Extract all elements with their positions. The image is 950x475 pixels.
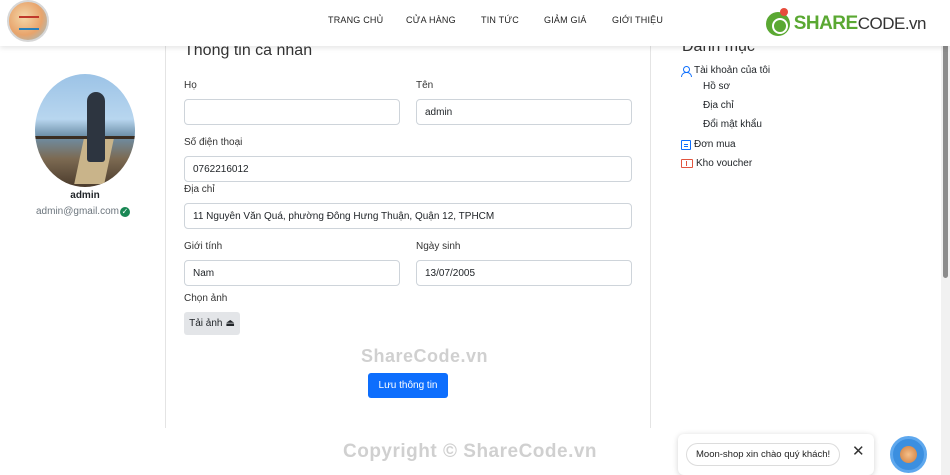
address-label: Địa chỉ xyxy=(184,184,215,195)
nav-discount[interactable]: GIẢM GIÁ xyxy=(544,15,587,25)
sharecode-logo-part1: SHARE xyxy=(793,13,859,34)
image-label: Chọn ảnh xyxy=(184,293,228,304)
chat-popup: Moon-shop xin chào quý khách! ✕ xyxy=(678,434,874,475)
chat-greeting[interactable]: Moon-shop xin chào quý khách! xyxy=(686,443,841,466)
left-column-divider xyxy=(165,46,166,428)
profile-email-row: admin@gmail.com ✓ xyxy=(36,206,130,217)
category-vouchers[interactable]: Kho voucher xyxy=(681,158,752,169)
category-password[interactable]: Đổi mật khẩu xyxy=(703,119,762,130)
watermark-center: ShareCode.vn xyxy=(361,346,489,366)
nav-home[interactable]: TRANG CHỦ xyxy=(328,15,383,25)
right-column-divider xyxy=(650,46,651,428)
ho-label: Họ xyxy=(184,80,197,91)
top-navbar: TRANG CHỦ CỬA HÀNG TIN TỨC GIẢM GIÁ GIỚI… xyxy=(0,0,950,46)
sharecode-logo-part2: CODE.vn xyxy=(857,14,927,33)
chat-launcher-button[interactable] xyxy=(890,436,927,473)
user-icon xyxy=(681,65,692,77)
phone-input[interactable] xyxy=(184,156,632,182)
scrollbar-thumb[interactable] xyxy=(943,28,948,278)
dob-label: Ngày sinh xyxy=(416,241,461,252)
gender-label: Giới tính xyxy=(184,241,223,252)
nav-news[interactable]: TIN TỨC xyxy=(481,15,519,25)
ten-input[interactable] xyxy=(416,99,632,125)
clipboard-icon xyxy=(681,139,691,150)
upload-icon: ⏏ xyxy=(225,318,235,329)
nav-store[interactable]: CỬA HÀNG xyxy=(406,15,456,25)
sharecode-badge-icon xyxy=(765,8,790,36)
category-account-label: Tài khoản của tôi xyxy=(694,65,771,76)
upload-button-label: Tải ảnh xyxy=(189,318,223,329)
dob-input[interactable] xyxy=(416,260,632,286)
profile-name: admin xyxy=(70,190,100,201)
gender-input[interactable] xyxy=(184,260,400,286)
upload-image-button[interactable]: Tải ảnh ⏏ xyxy=(184,312,240,335)
category-profile[interactable]: Hồ sơ xyxy=(703,81,730,92)
category-vouchers-label: Kho voucher xyxy=(696,158,753,169)
category-orders-label: Đơn mua xyxy=(694,139,736,150)
verified-check-icon: ✓ xyxy=(119,206,130,217)
page-scrollbar[interactable] xyxy=(941,0,950,475)
profile-email: admin@gmail.com xyxy=(36,206,119,217)
watermark-footer: Copyright © ShareCode.vn xyxy=(343,441,598,462)
category-address[interactable]: Địa chỉ xyxy=(703,100,734,111)
close-icon[interactable]: ✕ xyxy=(852,442,865,460)
ho-input[interactable] xyxy=(184,99,400,125)
category-orders[interactable]: Đơn mua xyxy=(681,139,736,150)
ticket-icon xyxy=(681,159,693,168)
phone-label: Số điện thoại xyxy=(184,137,243,148)
sharecode-logo: SHARECODE.vn xyxy=(765,8,927,37)
save-info-button[interactable]: Lưu thông tin xyxy=(368,373,448,398)
category-account[interactable]: Tài khoản của tôi xyxy=(681,65,771,77)
ten-label: Tên xyxy=(416,80,434,91)
address-input[interactable] xyxy=(184,203,632,229)
nav-about[interactable]: GIỚI THIỆU xyxy=(612,15,663,25)
avatar xyxy=(35,74,135,187)
